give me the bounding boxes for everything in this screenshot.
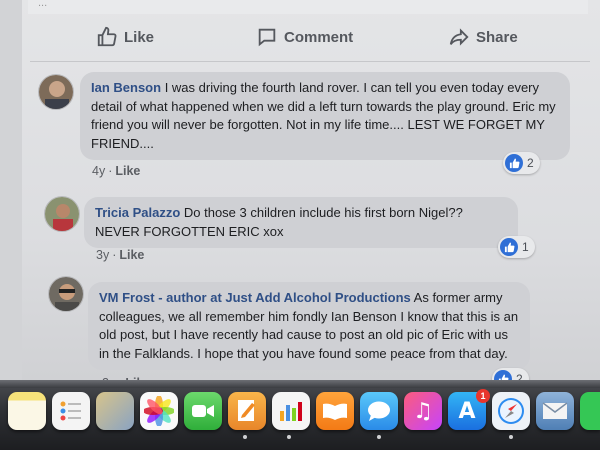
comment-like-link[interactable]: Like (119, 248, 144, 262)
like-button-label: Like (124, 28, 155, 46)
share-button[interactable]: Share (448, 26, 518, 48)
comment-button-label: Comment (284, 28, 354, 46)
left-gutter (0, 0, 22, 392)
avatar[interactable] (38, 74, 74, 110)
macos-dock: ♫ A 1 (0, 380, 600, 450)
comment-author-link[interactable]: Tricia Palazzo (95, 205, 180, 220)
running-indicator (377, 435, 381, 439)
comment-age[interactable]: 3y (96, 248, 109, 262)
safari-icon[interactable] (492, 392, 530, 430)
comment-meta: 4y · Like (92, 164, 140, 178)
post-action-bar: Like Comment Share (30, 18, 590, 62)
running-indicator (509, 435, 513, 439)
avatar[interactable] (44, 196, 80, 232)
comment-author-link[interactable]: VM Frost - author at Just Add Alcohol Pr… (99, 290, 411, 305)
like-reaction-icon (505, 154, 523, 172)
separator-dot: · (108, 164, 113, 178)
comment-bubble: Tricia Palazzo Do those 3 children inclu… (84, 197, 518, 248)
ibooks-icon[interactable] (316, 392, 354, 430)
reminders-icon[interactable] (52, 392, 90, 430)
comment-button[interactable]: Comment (256, 26, 353, 48)
comment-bubble: VM Frost - author at Just Add Alcohol Pr… (88, 282, 530, 370)
separator-dot: · (112, 248, 117, 262)
avatar-photo-icon (45, 197, 79, 231)
share-arrow-icon (449, 28, 469, 46)
comment-bubble-icon (258, 28, 276, 47)
notes-icon[interactable] (8, 392, 46, 430)
mail-icon[interactable] (536, 392, 574, 430)
appstore-update-badge: 1 (476, 389, 490, 403)
messages-icon[interactable] (360, 392, 398, 430)
comments-feed: ... Like Comment Share Ian Benson I was … (0, 0, 600, 392)
itunes-icon[interactable]: ♫ (404, 392, 442, 430)
avatar[interactable] (48, 276, 84, 312)
share-button-label: Share (476, 28, 518, 46)
numbers-icon[interactable] (272, 392, 310, 430)
reaction-count-value: 2 (527, 156, 534, 170)
photos-icon[interactable] (140, 392, 178, 430)
reaction-count[interactable]: 1 (498, 236, 535, 258)
running-indicator (287, 435, 291, 439)
comment-author-link[interactable]: Ian Benson (91, 80, 161, 95)
reaction-count-value: 1 (522, 240, 529, 254)
whatsapp-icon[interactable] (580, 392, 600, 430)
avatar-photo-icon (49, 277, 83, 311)
comment-bubble: Ian Benson I was driving the fourth land… (80, 72, 570, 160)
facetime-icon[interactable] (184, 392, 222, 430)
previous-content-edge: ... (28, 0, 588, 14)
comment-text: I was driving the fourth land rover. I c… (91, 80, 556, 151)
comment-like-link[interactable]: Like (115, 164, 140, 178)
comment-age[interactable]: 4y (92, 164, 105, 178)
preview-icon[interactable] (96, 392, 134, 430)
comment-meta: 3y · Like (96, 248, 144, 262)
avatar-photo-icon (39, 75, 73, 109)
running-indicator (243, 435, 247, 439)
pages-icon[interactable] (228, 392, 266, 430)
dock-shelf (0, 380, 600, 388)
like-reaction-icon (500, 238, 518, 256)
reaction-count[interactable]: 2 (503, 152, 540, 174)
like-button[interactable]: Like (96, 26, 154, 48)
thumbs-up-icon (97, 26, 117, 47)
